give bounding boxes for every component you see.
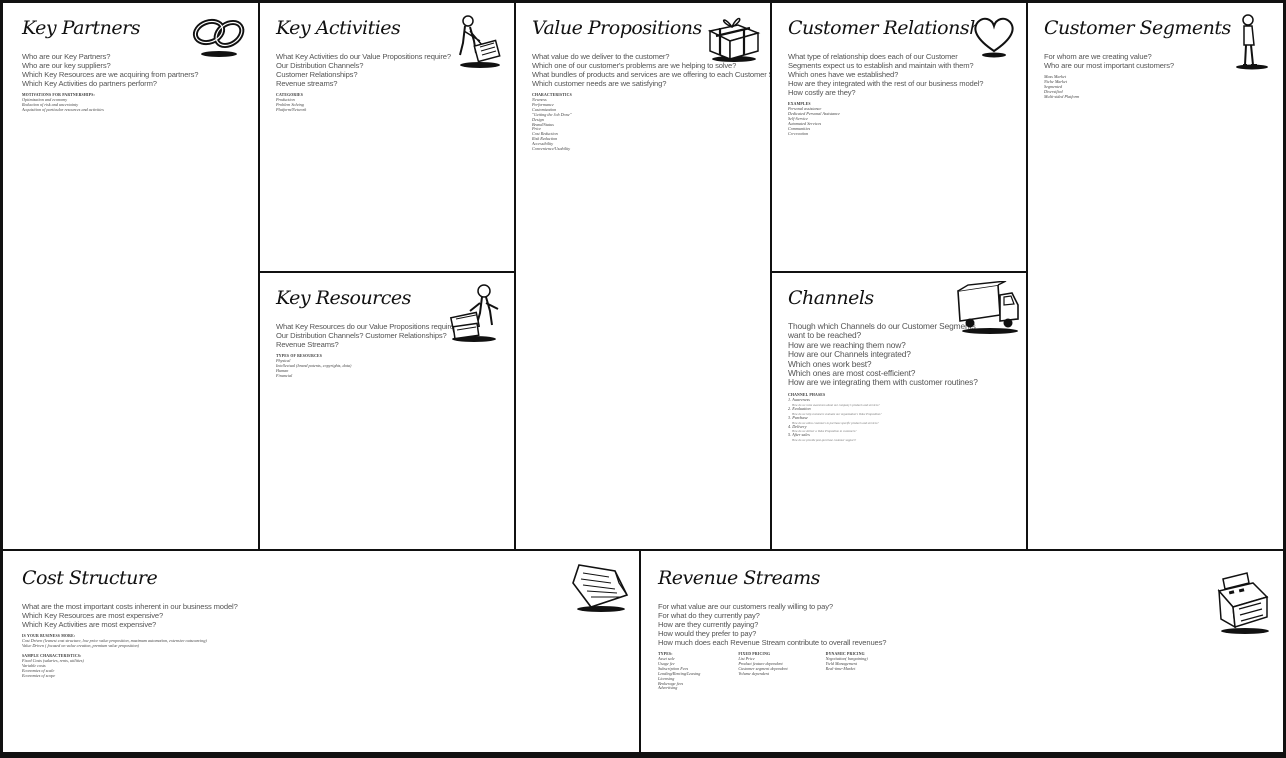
cost-structure-questions: What are the most important costs inhere…	[22, 602, 639, 629]
dynamic-pricing-column: DYNAMIC PRICING Negotiation( bargaining)…	[826, 652, 868, 691]
list-item: Value Driven ( focused on value creation…	[22, 642, 139, 648]
cost-structure-title: Cost Structure	[22, 567, 158, 589]
list-item: Real-time-Market	[825, 665, 856, 671]
chain-links-icon	[192, 18, 245, 57]
question: Which customer needs are we satisfying?	[532, 79, 667, 88]
question: How are they integrated with the rest of…	[788, 79, 984, 88]
question: Which Key Resources are we acquiring fro…	[22, 70, 199, 79]
revenue-streams-title: Revenue Streams	[658, 567, 820, 589]
question: Segments expect us to establish and main…	[788, 61, 974, 70]
question: How costly are they?	[788, 88, 856, 97]
phase-detail: How do we provide post-purchase customer…	[792, 438, 857, 443]
question: What are the most important costs inhere…	[22, 602, 238, 611]
question: How are we integrating them with custome…	[788, 377, 978, 388]
list-item: Economies of scope	[22, 672, 56, 678]
question: Revenue streams?	[276, 79, 338, 88]
business-model-canvas: Key Partners Who are our Key Partners? W…	[0, 0, 1286, 758]
question: Which Key Activities are most expensive?	[22, 620, 157, 629]
revenue-streams-columns: TYPES: Asset sale Usage fee Subscription…	[658, 652, 1286, 691]
key-activities-block: Key Activities What Key Activities do ou…	[260, 3, 514, 271]
question: For what do they currently pay?	[658, 611, 760, 620]
heart-icon	[974, 17, 1014, 58]
question: How much does each Revenue Stream contri…	[658, 638, 887, 647]
worker-icon	[459, 15, 501, 68]
value-propositions-block: Value Propositions What value do we deli…	[516, 3, 770, 549]
question: For what value are our customers really …	[658, 602, 833, 611]
customer-segments-list: Mass Market Niche Market Segmented Diver…	[1044, 74, 1286, 100]
customer-relationships-block: Customer Relationships What type of rela…	[772, 3, 1026, 271]
question: How would they prefer to pay?	[658, 629, 757, 638]
list-item: Acquisition of particular resources and …	[22, 106, 104, 112]
list-item: Multi-sided Platform	[1044, 93, 1080, 99]
question: Which ones have we established?	[788, 70, 899, 79]
document-icon	[572, 564, 629, 612]
question: What bundles of products and services ar…	[532, 70, 770, 79]
key-partners-block: Key Partners Who are our Key Partners? W…	[3, 3, 258, 549]
delivery-truck-icon	[957, 281, 1019, 334]
gift-box-icon	[707, 17, 761, 62]
revenue-streams-block: Revenue Streams For what value are our c…	[641, 551, 1286, 755]
worker-with-crates-icon	[449, 284, 499, 342]
list-item: Advertising	[658, 685, 678, 691]
list-item: Platform/Network	[276, 106, 307, 112]
list-item: Volume dependent	[738, 670, 769, 676]
fixed-pricing-column: FIXED PRICING List Price Product feature…	[738, 652, 787, 691]
customer-segments-block: Customer Segments For whom are we creati…	[1028, 3, 1286, 549]
question: Customer Relationships?	[276, 70, 358, 79]
list-item: Co-creation	[788, 130, 809, 136]
cash-register-icon	[1217, 572, 1269, 634]
list-item: Convenience/Usability	[532, 146, 571, 152]
question: Which Key Resources are most expensive?	[22, 611, 164, 620]
revenue-streams-questions: For what value are our customers really …	[658, 602, 1286, 647]
standing-person-icon	[1236, 14, 1268, 70]
cost-structure-block: Cost Structure What are the most importa…	[3, 551, 639, 755]
types-column: TYPES: Asset sale Usage fee Subscription…	[658, 652, 700, 691]
list-item: Financial	[276, 372, 293, 378]
key-resources-block: Key Resources What Key Resources do our …	[260, 273, 514, 549]
question: Which Key Activities do partners perform…	[22, 79, 157, 88]
channels-block: Channels Though which Channels do our Cu…	[772, 273, 1026, 549]
question: Who are our key suppliers?	[22, 61, 111, 70]
question: How are they currently paying?	[658, 620, 759, 629]
